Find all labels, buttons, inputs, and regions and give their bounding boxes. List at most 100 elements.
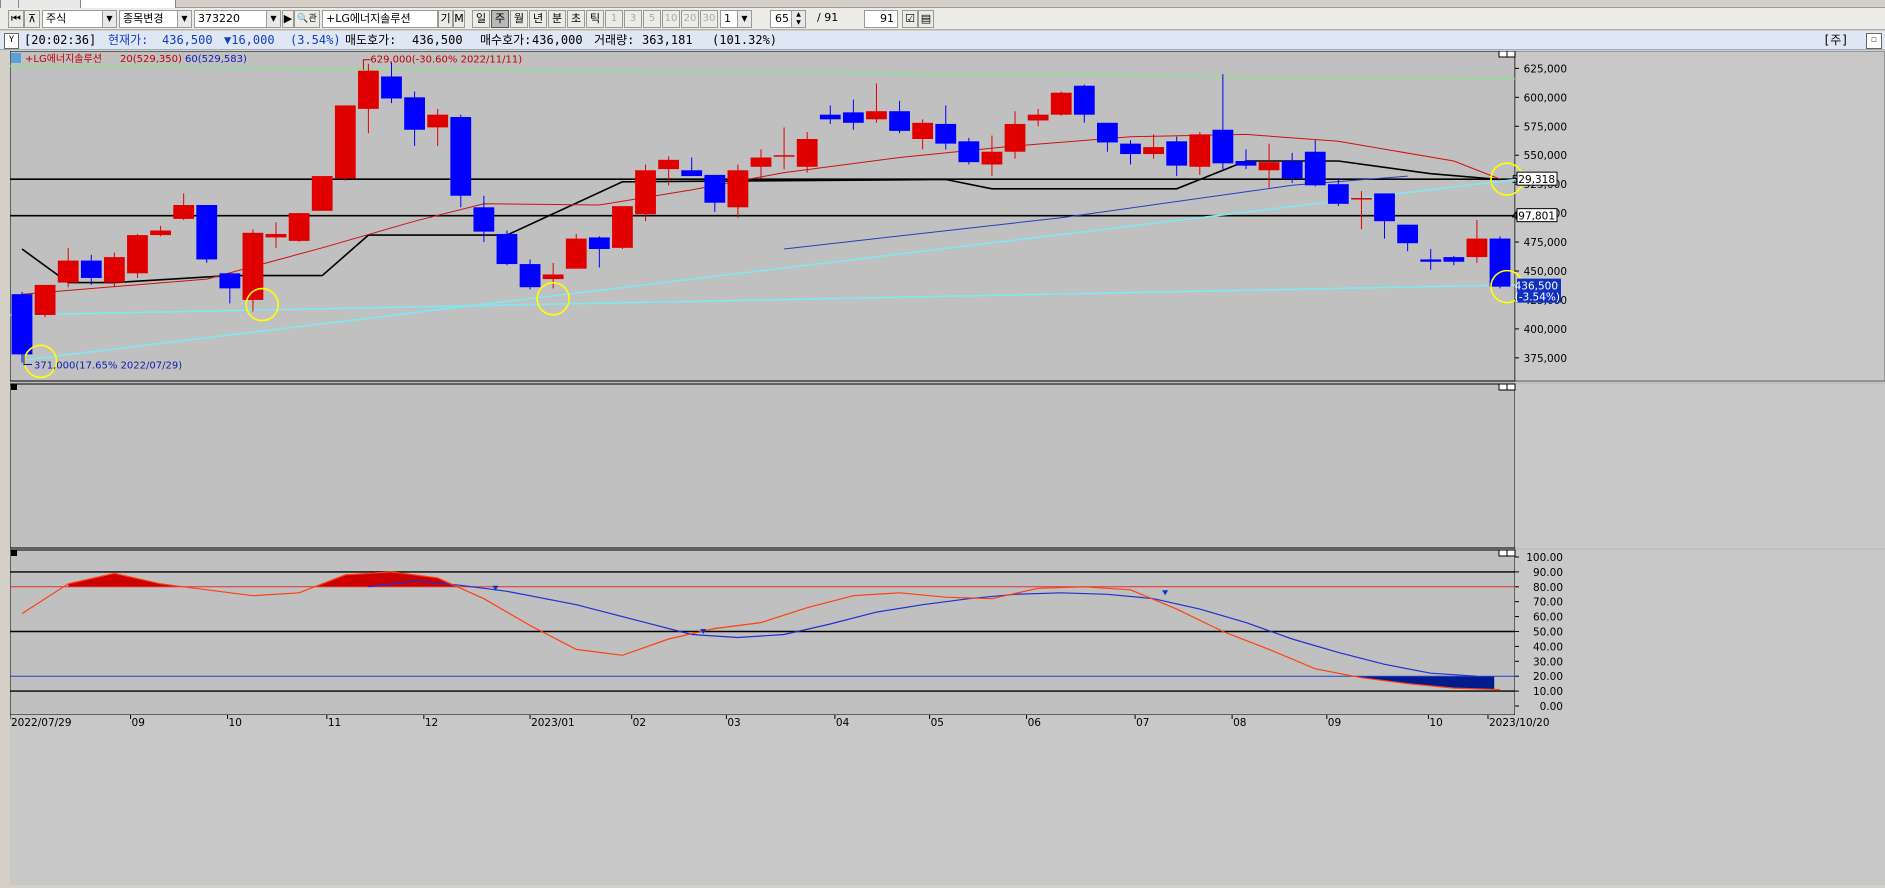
change-item-label: 종목변경 [123, 12, 164, 25]
osc-tick-label: 0.00 [1540, 701, 1563, 713]
candle-body [103, 257, 125, 283]
period-button-6[interactable]: 틱 [586, 10, 604, 28]
price-tick-label: 625,000 [1524, 63, 1567, 75]
osc-tick-label: 80.00 [1533, 582, 1563, 594]
interval-button-3[interactable]: 10 [662, 10, 680, 28]
candle-body [1443, 257, 1465, 262]
candle-body [1212, 129, 1234, 164]
chevron-down-icon: ▼ [102, 11, 116, 27]
panel-maximize-icon [1498, 383, 1508, 391]
change-item-select[interactable]: 종목변경 ▼ [119, 10, 192, 28]
high-annotation: 629,000(-30.60% 2022/11/11) [370, 55, 522, 66]
candle-body [450, 117, 472, 196]
period-button-5[interactable]: 초 [567, 10, 585, 28]
candle-body [150, 230, 171, 236]
candle-body [1304, 151, 1326, 186]
candle-body [265, 233, 287, 238]
chevron-down-icon: ▼ [177, 11, 191, 27]
interval-button-2[interactable]: 5 [643, 10, 661, 28]
play-icon[interactable]: ▶ [282, 10, 294, 28]
interval-button-0[interactable]: 1 [605, 10, 623, 28]
market-type-value: 주식 [46, 12, 67, 25]
first-page-icon[interactable]: ⏮ [8, 10, 24, 28]
osc-tick-label: 100.00 [1526, 552, 1563, 564]
candle-body [935, 123, 957, 144]
view-count-stepper[interactable]: 65 ▲ ▼ [770, 10, 806, 28]
osc-panel-bg [9, 549, 1516, 716]
candle-body [1235, 161, 1257, 166]
price-tick-label: 550,000 [1524, 150, 1567, 162]
osc-tick-label: 60.00 [1533, 612, 1563, 624]
candle-body [404, 97, 425, 130]
period-button-3[interactable]: 년 [529, 10, 547, 28]
period-button-4[interactable]: 분 [548, 10, 566, 28]
stock-code-input[interactable]: 373220 ▼ [194, 10, 281, 28]
x-tick-label: 03 [727, 717, 740, 729]
x-tick-label: 12 [425, 717, 438, 729]
candle-body [311, 176, 333, 211]
price-tick-label: 400,000 [1524, 324, 1567, 336]
sub-button[interactable]: 기 [438, 10, 453, 28]
candle-body [1050, 92, 1072, 115]
search-icon[interactable]: 🔍관 [294, 10, 320, 28]
osc-tick-label: 30.00 [1533, 656, 1563, 668]
candle-body [981, 151, 1003, 165]
table-icon[interactable]: ▤ [918, 10, 934, 28]
total-count-input[interactable]: 91 [864, 10, 898, 28]
candle-body [1327, 184, 1349, 204]
x-tick-label: 06 [1028, 717, 1042, 729]
period-button-2[interactable]: 월 [510, 10, 528, 28]
panel-maximize-icon [1498, 549, 1508, 557]
osc-tick-label: 50.00 [1533, 627, 1563, 639]
period-button-0[interactable]: 일 [472, 10, 490, 28]
candle-body [358, 70, 379, 109]
info-time: [20:02:36] [24, 33, 97, 47]
interval-button-5[interactable]: 30 [700, 10, 718, 28]
low-annotation: 371,000(17.65% 2022/07/29) [34, 360, 182, 371]
candle-body [1466, 238, 1488, 258]
last-change-label: (-3.54%) [1515, 292, 1560, 304]
period-button-1[interactable]: 주 [491, 10, 509, 28]
candle-body [34, 284, 56, 315]
pin-icon[interactable]: ⊼ [24, 10, 40, 28]
interval-select[interactable]: 1 ▼ [720, 10, 752, 28]
toolbar: ⏮ ⊼ 주식 ▼ 종목변경 ▼ 373220 ▼ ▶ 🔍관 +LG에너지솔루션 … [0, 8, 1885, 30]
panel-maximize-icon [1498, 50, 1508, 58]
chart-svg: 629,000(-30.60% 2022/11/11) 371,000(17.65… [9, 50, 1885, 885]
panel-close-icon [1506, 549, 1516, 557]
x-tick-label: 08 [1233, 717, 1246, 729]
candle-body [912, 122, 934, 139]
candle-body [635, 170, 656, 215]
osc-tick-label: 20.00 [1533, 671, 1563, 683]
settings-icon[interactable]: ☑ [902, 10, 918, 28]
candle-body [1027, 114, 1049, 121]
chart-area[interactable]: 629,000(-30.60% 2022/11/11) 371,000(17.65… [9, 50, 1885, 885]
volume-value: 363,181 [642, 33, 693, 47]
candle-body [219, 273, 241, 289]
candle-body [288, 213, 310, 241]
x-tick-label: 11 [328, 717, 341, 729]
interval-button-1[interactable]: 3 [624, 10, 642, 28]
level-label: 497,801 [1512, 211, 1555, 223]
x-tick-label: 09 [1328, 717, 1341, 729]
side-panel-icon[interactable]: ☐ [1866, 33, 1882, 49]
candle-body [542, 274, 564, 280]
filter-icon[interactable]: Y [4, 33, 19, 49]
osc-tick-label: 40.00 [1533, 641, 1563, 653]
tab-strip [0, 0, 1885, 9]
interval-button-4[interactable]: 20 [681, 10, 699, 28]
volume-pct: (101.32%) [712, 33, 778, 47]
candle-body [1351, 198, 1372, 200]
candle-body [173, 205, 195, 219]
candle-body [588, 237, 610, 249]
ask-label: 매도호가: [345, 33, 397, 47]
x-tick-label: 2023/10/20 [1489, 717, 1550, 729]
candle-body [889, 111, 910, 131]
info-button[interactable]: M [453, 10, 465, 28]
candle-body [819, 114, 841, 120]
market-type-select[interactable]: 주식 ▼ [42, 10, 117, 28]
view-count-value: 65 [775, 12, 789, 25]
osc-tick-label: 90.00 [1533, 567, 1563, 579]
chevron-down-icon: ▼ [266, 11, 280, 27]
candle-body [1189, 134, 1211, 167]
